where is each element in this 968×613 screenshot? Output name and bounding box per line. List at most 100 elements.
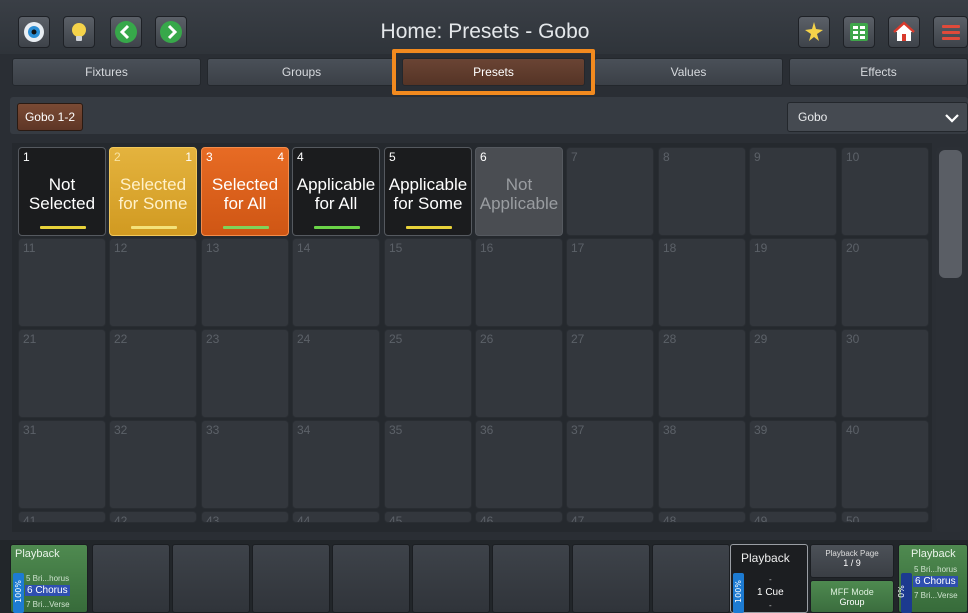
spreadsheet-button[interactable] <box>843 16 875 48</box>
preset-cell[interactable]: 9 <box>749 147 837 236</box>
preset-cell[interactable]: 20 <box>841 238 929 327</box>
preset-cell[interactable]: 3 4 Selected for All <box>201 147 289 236</box>
gobo-filter-chip[interactable]: Gobo 1-2 <box>17 103 83 131</box>
tab-effects[interactable]: Effects <box>789 58 968 86</box>
preset-number: 47 <box>571 514 585 523</box>
preset-cell[interactable]: 42 <box>109 511 197 523</box>
preset-cell[interactable]: 7 <box>566 147 654 236</box>
playback-next-cue: 7 Bri...Verse <box>914 591 958 600</box>
back-button[interactable] <box>110 16 142 48</box>
preset-cell[interactable]: 30 <box>841 329 929 418</box>
preset-cell[interactable]: 41 <box>18 511 106 523</box>
preset-cell[interactable]: 37 <box>566 420 654 509</box>
preset-cell[interactable]: 36 <box>475 420 563 509</box>
preset-cell[interactable]: 29 <box>749 329 837 418</box>
playback-page-button[interactable]: Playback Page 1 / 9 <box>810 544 894 578</box>
preset-number: 44 <box>297 514 311 523</box>
right-playback-button[interactable]: Playback 0% 5 Bri...horus 6 Chorus 7 Bri… <box>897 544 968 613</box>
magic-wand-button[interactable] <box>798 16 830 48</box>
preset-cell[interactable]: 26 <box>475 329 563 418</box>
preset-cell[interactable]: 45 <box>384 511 472 523</box>
preset-cell[interactable]: 10 <box>841 147 929 236</box>
preset-number: 38 <box>663 423 677 437</box>
lightbulb-button[interactable] <box>63 16 95 48</box>
preset-cell[interactable]: 48 <box>658 511 746 523</box>
preset-cell[interactable]: 4 Applicable for All <box>292 147 380 236</box>
preset-number: 5 <box>389 150 396 164</box>
preset-cell[interactable]: 47 <box>566 511 654 523</box>
preset-cell[interactable]: 28 <box>658 329 746 418</box>
preset-cell[interactable]: 24 <box>292 329 380 418</box>
preset-cell[interactable]: 6 Not Applicable <box>475 147 563 236</box>
preset-cell[interactable]: 49 <box>749 511 837 523</box>
tab-fixtures[interactable]: Fixtures <box>12 58 201 86</box>
preset-cell[interactable]: 40 <box>841 420 929 509</box>
preset-number: 43 <box>206 514 220 523</box>
preset-cell[interactable]: 31 <box>18 420 106 509</box>
empty-playback-slot[interactable] <box>92 544 170 613</box>
playback-current-cue: 6 Chorus <box>913 576 958 587</box>
preset-cell[interactable]: 12 <box>109 238 197 327</box>
preset-cell[interactable]: 15 <box>384 238 472 327</box>
preset-cell[interactable]: 5 Applicable for Some <box>384 147 472 236</box>
tab-groups[interactable]: Groups <box>207 58 396 86</box>
preset-cell[interactable]: 16 <box>475 238 563 327</box>
preset-cell[interactable]: 23 <box>201 329 289 418</box>
left-playback-button[interactable]: Playback 100% 5 Bri...horus 6 Chorus 7 B… <box>10 544 88 613</box>
tab-values[interactable]: Values <box>594 58 783 86</box>
preset-cell[interactable]: 43 <box>201 511 289 523</box>
menu-button[interactable] <box>933 16 968 48</box>
preset-cell[interactable]: 11 <box>18 238 106 327</box>
preset-cell[interactable]: 39 <box>749 420 837 509</box>
playback-page-label: Playback Page <box>825 549 879 558</box>
empty-playback-slot[interactable] <box>412 544 490 613</box>
preset-cell[interactable]: 44 <box>292 511 380 523</box>
preset-cell[interactable]: 34 <box>292 420 380 509</box>
preset-number: 23 <box>206 332 220 346</box>
empty-playback-slot[interactable] <box>252 544 330 613</box>
empty-playback-slot[interactable] <box>652 544 730 613</box>
preset-cell[interactable]: 25 <box>384 329 472 418</box>
preset-cell[interactable]: 19 <box>749 238 837 327</box>
preset-cell[interactable]: 32 <box>109 420 197 509</box>
empty-playback-slot[interactable] <box>332 544 410 613</box>
playback-title: Playback <box>911 548 956 560</box>
preset-cell[interactable]: 35 <box>384 420 472 509</box>
preset-number: 10 <box>846 150 860 164</box>
preset-cell[interactable]: 33 <box>201 420 289 509</box>
preset-cell[interactable]: 27 <box>566 329 654 418</box>
preset-cell[interactable]: 38 <box>658 420 746 509</box>
preset-number: 31 <box>23 423 37 437</box>
grid-scrollbar-thumb[interactable] <box>939 150 962 278</box>
playback-prev-cue: 5 Bri...horus <box>914 565 958 574</box>
preset-cell[interactable]: 13 <box>201 238 289 327</box>
preset-cell[interactable]: 22 <box>109 329 197 418</box>
preset-number: 20 <box>846 241 860 255</box>
cue-playback-button[interactable]: Playback 100% - 1 Cue - <box>730 544 808 613</box>
mff-mode-label: MFF Mode <box>830 587 874 597</box>
preset-cell[interactable]: 50 <box>841 511 929 523</box>
preset-number: 48 <box>663 514 677 523</box>
preset-cell[interactable]: 2 1 Selected for Some <box>109 147 197 236</box>
preset-type-value: Gobo <box>798 110 828 124</box>
preset-cell[interactable]: 46 <box>475 511 563 523</box>
magic-wand-icon <box>805 22 823 41</box>
empty-playback-slot[interactable] <box>572 544 650 613</box>
preset-cell[interactable]: 14 <box>292 238 380 327</box>
forward-button[interactable] <box>155 16 187 48</box>
empty-playback-slot[interactable] <box>172 544 250 613</box>
preset-cell[interactable]: 21 <box>18 329 106 418</box>
preset-number: 4 <box>297 150 304 164</box>
preset-state-bar <box>406 226 452 229</box>
preset-cell[interactable]: 8 <box>658 147 746 236</box>
preset-type-select[interactable]: Gobo <box>787 102 968 132</box>
preset-number: 50 <box>846 514 860 523</box>
eye-button[interactable] <box>18 16 50 48</box>
preset-number: 45 <box>389 514 403 523</box>
home-button[interactable] <box>888 16 920 48</box>
preset-cell[interactable]: 1 Not Selected <box>18 147 106 236</box>
mff-mode-button[interactable]: MFF Mode Group <box>810 580 894 613</box>
empty-playback-slot[interactable] <box>492 544 570 613</box>
preset-cell[interactable]: 18 <box>658 238 746 327</box>
preset-cell[interactable]: 17 <box>566 238 654 327</box>
